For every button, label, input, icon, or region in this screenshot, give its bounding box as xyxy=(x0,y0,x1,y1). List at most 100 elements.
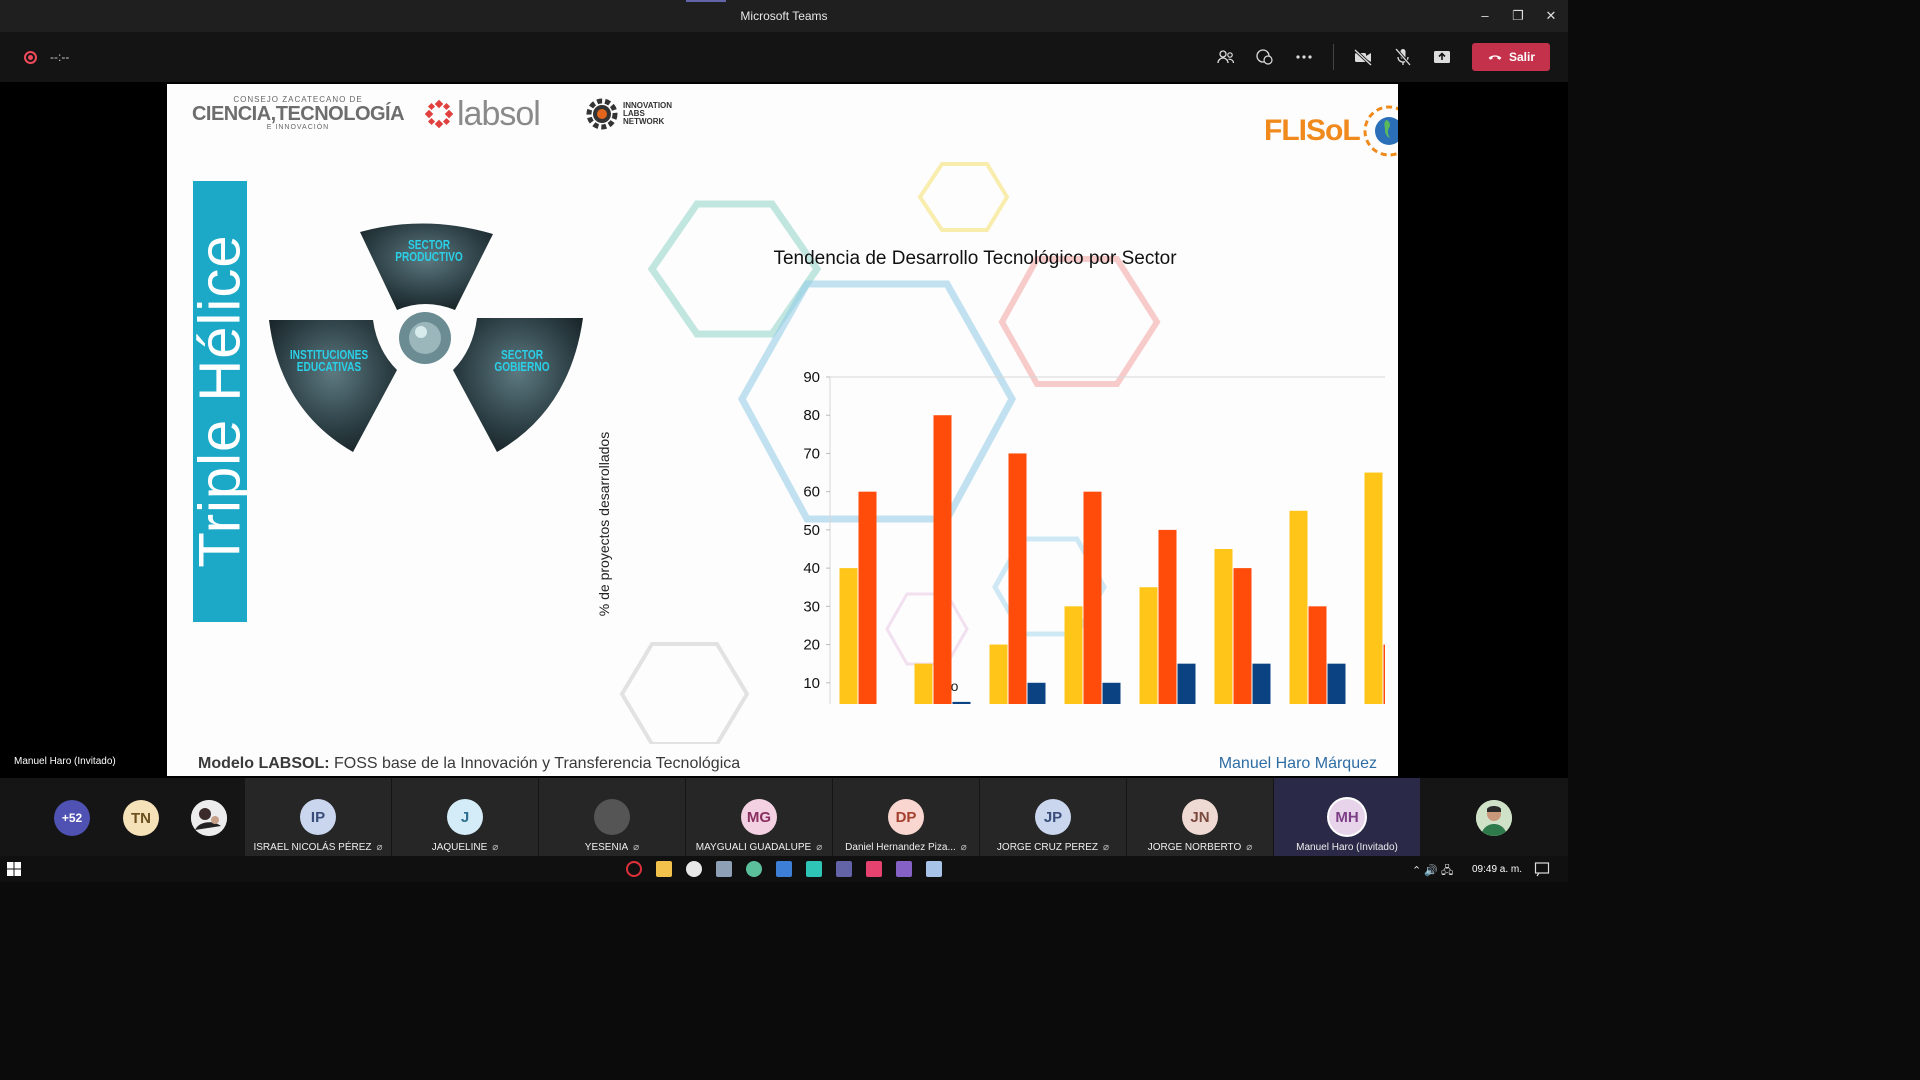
windows-start-icon[interactable] xyxy=(6,861,22,877)
bar-academia-2015 xyxy=(1008,453,1027,704)
windows-taskbar: ⌃ 🔊 🖧 09:49 a. m. xyxy=(0,856,1568,882)
bar-gobiemo-2019 xyxy=(1289,510,1308,704)
camera-off-icon xyxy=(1353,48,1373,67)
app-taskbar-icon[interactable] xyxy=(866,861,882,877)
presentation-slide: CONSEJO ZACATECANO DE CIENCIA,TECNOLOGÍA… xyxy=(167,84,1398,776)
chrome-taskbar-icon[interactable] xyxy=(686,861,702,877)
mic-muted-icon: ⌀ xyxy=(1103,842,1110,853)
bar-gobiemo-2016 xyxy=(1064,606,1083,704)
mic-muted-icon: ⌀ xyxy=(1246,842,1253,853)
bar-privada-2015 xyxy=(1027,682,1046,704)
file-explorer-taskbar-icon[interactable] xyxy=(656,861,672,877)
participant-tile[interactable]: IP ISRAEL NICOLÁS PÉREZ ⌀ xyxy=(245,778,391,856)
participant-name: ISRAEL NICOLÁS PÉREZ ⌀ xyxy=(245,842,391,853)
bar-gobiemo-2014 xyxy=(914,663,933,704)
app-taskbar-icon[interactable] xyxy=(716,861,732,877)
notifications-icon[interactable] xyxy=(1534,861,1550,877)
hang-up-icon xyxy=(1488,55,1502,60)
y-tick-label: 90 xyxy=(803,369,820,386)
participant-avatar-tn[interactable]: TN xyxy=(123,800,159,836)
app-taskbar-icon[interactable] xyxy=(776,861,792,877)
y-axis-label: % de proyectos desarrollados xyxy=(596,432,612,616)
bar-academia-2020 xyxy=(1383,644,1385,704)
participant-name: MAYGUALI GUADALUPE ⌀ xyxy=(686,842,832,853)
user-photo-icon xyxy=(1476,800,1512,836)
minimize-button[interactable]: – xyxy=(1474,6,1496,26)
shared-content-stage: CONSEJO ZACATECANO DE CIENCIA,TECNOLOGÍA… xyxy=(0,82,1568,778)
title-bar: Microsoft Teams – ❐ ✕ xyxy=(0,0,1568,32)
camera-toggle-button[interactable] xyxy=(1351,46,1375,68)
y-tick-label: 20 xyxy=(803,637,820,654)
user-photo-icon xyxy=(191,800,227,836)
participant-tile[interactable]: YESENIA ⌀ xyxy=(539,778,685,856)
notepad-taskbar-icon[interactable] xyxy=(926,861,942,877)
meeting-timer: --:-- xyxy=(50,50,70,64)
participants-button[interactable] xyxy=(1214,46,1238,68)
slide-footer: Modelo LABSOL: FOSS base de la Innovació… xyxy=(198,755,740,773)
opera-taskbar-icon[interactable] xyxy=(626,861,642,877)
more-actions-button[interactable] xyxy=(1292,46,1316,68)
chat-button[interactable] xyxy=(1253,46,1277,68)
participant-tile[interactable]: J JAQUELINE ⌀ xyxy=(392,778,538,856)
mic-muted-icon: ⌀ xyxy=(816,842,823,853)
system-tray-icons[interactable]: ⌃ 🔊 🖧 xyxy=(1412,862,1453,881)
presenter-name: Manuel Haro (Invitado) xyxy=(14,756,116,767)
globe-sun-icon xyxy=(1363,105,1398,157)
bar-privada-2017 xyxy=(1177,663,1196,704)
close-window-button[interactable]: ✕ xyxy=(1540,6,1562,26)
mic-off-icon xyxy=(1394,48,1412,66)
leave-button[interactable]: Salir xyxy=(1472,43,1550,71)
footer-model-text: FOSS base de la Innovación y Transferenc… xyxy=(329,755,741,772)
participant-name-text: Daniel Hernandez Piza... xyxy=(845,842,956,853)
coczacyt-logo: CONSEJO ZACATECANO DE CIENCIA,TECNOLOGÍA… xyxy=(189,96,407,132)
innovation-labs-network-logo: INNOVATION LABS NETWORK xyxy=(583,94,672,134)
czt-logo-line3: E INNOVACIÓN xyxy=(266,124,330,131)
participant-tile[interactable]: DP Daniel Hernandez Piza... ⌀ xyxy=(833,778,979,856)
app-taskbar-icon[interactable] xyxy=(746,861,762,877)
triple-helice-title: Triple Hélice xyxy=(193,234,247,568)
participant-avatar: IP xyxy=(300,799,336,835)
bar-academia-2019 xyxy=(1308,606,1327,704)
share-icon xyxy=(1434,51,1450,63)
participant-tile[interactable]: JP JORGE CRUZ PEREZ ⌀ xyxy=(980,778,1126,856)
title-accent xyxy=(686,0,726,2)
share-tray-button[interactable] xyxy=(1430,46,1454,68)
czt-logo-line2: CIENCIA,TECNOLOGÍA xyxy=(191,103,405,125)
chart-title: Tendencia de Desarrollo Tecnológico por … xyxy=(773,248,1177,269)
participant-name: Daniel Hernandez Piza... ⌀ xyxy=(833,842,979,853)
app-taskbar-icon[interactable] xyxy=(806,861,822,877)
overflow-participants-button[interactable]: +52 xyxy=(54,800,90,836)
taskbar-clock[interactable]: 09:49 a. m. xyxy=(1472,864,1522,875)
bar-privada-2014 xyxy=(952,701,971,704)
helix-label-gobierno: SECTOR GOBIERNO xyxy=(494,347,550,374)
visual-studio-taskbar-icon[interactable] xyxy=(896,861,912,877)
restore-button[interactable]: ❐ xyxy=(1507,6,1529,26)
self-video-avatar[interactable] xyxy=(1476,800,1512,836)
recording-icon xyxy=(24,51,37,64)
participant-tile[interactable]: MH Manuel Haro (Invitado) xyxy=(1274,778,1420,856)
flisol-logo: FLISoL xyxy=(1264,102,1398,160)
participant-photo-avatar[interactable] xyxy=(191,800,227,836)
controls-divider xyxy=(1333,44,1334,70)
participant-avatar xyxy=(594,799,630,835)
teams-taskbar-icon[interactable] xyxy=(836,861,852,877)
more-icon xyxy=(1296,55,1312,59)
gear-icon xyxy=(586,98,618,130)
flisol-logo-text: FLISoL xyxy=(1264,114,1361,147)
participant-name-text: Manuel Haro (Invitado) xyxy=(1296,842,1398,853)
participant-tile[interactable]: JN JORGE NORBERTO ⌀ xyxy=(1127,778,1273,856)
mic-toggle-button[interactable] xyxy=(1391,46,1415,68)
leave-label: Salir xyxy=(1508,50,1535,64)
y-tick-label: 50 xyxy=(803,522,820,539)
y-tick-label: 60 xyxy=(803,484,820,501)
participant-name: JAQUELINE ⌀ xyxy=(392,842,538,853)
people-icon xyxy=(1217,50,1235,64)
participant-name-text: YESENIA xyxy=(584,842,629,853)
participant-avatar: MG xyxy=(741,799,777,835)
helix-label-productivo: SECTOR PRODUCTIVO xyxy=(395,237,463,264)
y-tick-label: 10 xyxy=(803,675,820,692)
y-tick-label: 30 xyxy=(803,598,820,615)
participant-tile[interactable]: MG MAYGUALI GUADALUPE ⌀ xyxy=(686,778,832,856)
participant-name: JORGE NORBERTO ⌀ xyxy=(1127,842,1273,853)
footer-model-label: Modelo LABSOL: xyxy=(198,755,330,772)
